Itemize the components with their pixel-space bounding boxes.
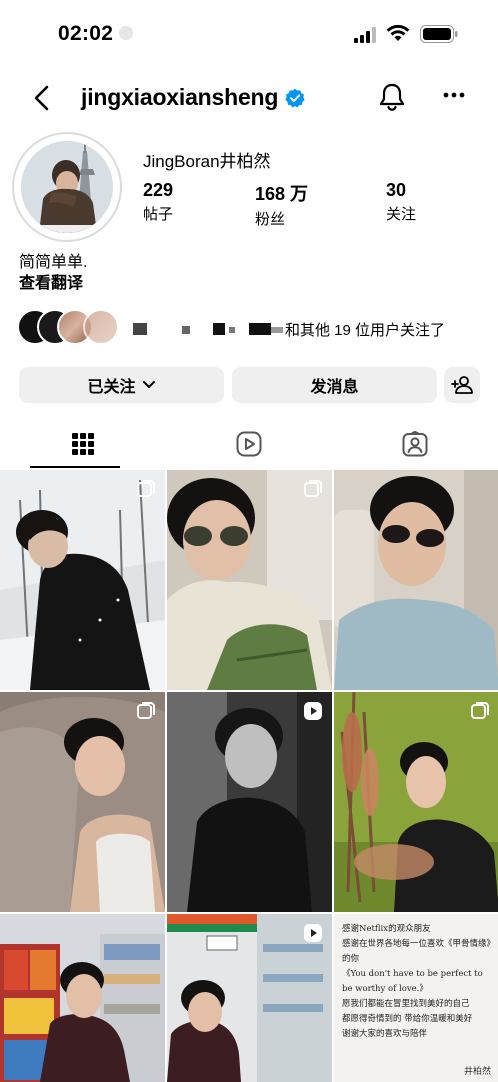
status-bar: 02:02 bbox=[0, 0, 498, 66]
bio-text: 简简单单. bbox=[19, 254, 88, 271]
profile-tabs bbox=[0, 420, 498, 468]
battery-icon bbox=[420, 25, 458, 43]
cellular-signal-icon bbox=[354, 27, 376, 43]
reel-icon bbox=[304, 924, 322, 942]
mutual-follower-avatar bbox=[83, 309, 119, 345]
notification-bell-icon[interactable] bbox=[378, 82, 406, 112]
message-button-label: 发消息 bbox=[310, 379, 359, 396]
see-translation-link[interactable]: 查看翻译 bbox=[19, 273, 87, 294]
handwritten-letter: 感谢Netflix的观众朋友 感谢在世界各地每一位喜欢《甲骨情缘》的你 《You… bbox=[342, 922, 492, 1042]
reel-icon bbox=[304, 702, 322, 720]
followed-by-text: 和其他 19 位用户关注了 bbox=[285, 322, 446, 339]
post-image bbox=[167, 692, 332, 912]
top-navigation: jingxiaoxiansheng bbox=[0, 70, 498, 126]
following-count: 30 bbox=[386, 180, 407, 200]
wifi-icon bbox=[386, 24, 410, 41]
profile-username: jingxiaoxiansheng bbox=[81, 84, 279, 110]
post-image bbox=[0, 470, 165, 690]
post-image bbox=[0, 692, 165, 912]
message-button[interactable]: 发消息 bbox=[232, 367, 437, 403]
post-thumbnail[interactable]: 感谢Netflix的观众朋友 感谢在世界各地每一位喜欢《甲骨情缘》的你 《You… bbox=[334, 914, 498, 1082]
following-button[interactable]: 已关注 bbox=[19, 367, 224, 403]
censored-name bbox=[133, 323, 147, 335]
posts-label: 帖子 bbox=[143, 206, 174, 223]
posts-stat[interactable]: 229 帖子 bbox=[143, 180, 173, 224]
post-thumbnail[interactable] bbox=[0, 692, 165, 912]
grid-icon bbox=[72, 433, 94, 455]
back-arrow-icon[interactable] bbox=[30, 84, 56, 112]
add-person-icon bbox=[451, 376, 473, 394]
post-thumbnail[interactable] bbox=[334, 470, 498, 690]
active-tab-indicator bbox=[30, 466, 120, 468]
tab-posts-grid[interactable] bbox=[0, 420, 166, 468]
post-image bbox=[334, 692, 498, 912]
posts-count: 229 bbox=[143, 180, 174, 200]
post-thumbnail[interactable] bbox=[0, 914, 165, 1082]
following-button-label: 已关注 bbox=[87, 379, 136, 396]
chevron-down-icon bbox=[142, 381, 155, 388]
tagged-icon bbox=[402, 431, 428, 457]
letter-signature: 井柏然 bbox=[463, 1067, 491, 1077]
letter-line: 感谢Netflix的观众朋友 bbox=[342, 924, 431, 934]
letter-line: 愿我们都能在冒里找到美好的自己 bbox=[342, 999, 470, 1009]
post-image bbox=[0, 914, 165, 1082]
more-options-icon[interactable] bbox=[443, 92, 465, 98]
carousel-icon bbox=[137, 480, 155, 497]
profile-full-name: JingBoran井柏然 bbox=[143, 152, 271, 171]
profile-bio: 简简单单. 查看翻译 bbox=[19, 252, 87, 294]
carousel-icon bbox=[137, 702, 155, 719]
censored-name bbox=[249, 323, 271, 335]
letter-line: 感谢在世界各地每一位喜欢《甲骨情缘》的你 bbox=[342, 939, 491, 964]
carousel-icon bbox=[304, 480, 322, 497]
tab-tagged[interactable] bbox=[332, 420, 498, 468]
followers-count: 168 万 bbox=[255, 184, 309, 204]
reels-icon bbox=[236, 431, 262, 457]
post-thumbnail[interactable] bbox=[334, 692, 498, 912]
letter-line: 谢谢大家的喜欢与陪伴 bbox=[342, 1029, 428, 1039]
followers-stat[interactable]: 168 万 粉丝 bbox=[255, 180, 308, 229]
post-thumbnail[interactable] bbox=[167, 914, 332, 1082]
post-thumbnail[interactable] bbox=[0, 470, 165, 690]
verified-badge-icon bbox=[285, 88, 305, 108]
following-stat[interactable]: 30 关注 bbox=[386, 180, 416, 224]
censored-name bbox=[271, 327, 283, 333]
profile-avatar[interactable] bbox=[12, 132, 122, 242]
censored-name bbox=[229, 327, 235, 333]
recording-indicator bbox=[119, 26, 133, 40]
status-time: 02:02 bbox=[58, 22, 114, 45]
followers-label: 粉丝 bbox=[255, 211, 286, 228]
posts-grid: 感谢Netflix的观众朋友 感谢在世界各地每一位喜欢《甲骨情缘》的你 《You… bbox=[0, 470, 498, 1082]
avatar-photo bbox=[21, 141, 113, 233]
letter-line: 都愿得奇情到的 带给你温暖和美好 bbox=[342, 1014, 473, 1024]
add-suggested-user-button[interactable] bbox=[444, 367, 480, 403]
carousel-icon bbox=[471, 702, 489, 719]
post-image bbox=[167, 470, 332, 690]
tab-reels[interactable] bbox=[166, 420, 332, 468]
censored-name bbox=[213, 323, 225, 335]
post-thumbnail[interactable] bbox=[167, 692, 332, 912]
post-thumbnail[interactable] bbox=[167, 470, 332, 690]
post-image bbox=[334, 470, 498, 690]
letter-line: 《You don't have to be perfect to be wort… bbox=[342, 969, 483, 994]
following-label: 关注 bbox=[386, 206, 417, 223]
censored-name bbox=[182, 326, 190, 334]
followed-by-row[interactable]: 和其他 19 位用户关注了 bbox=[17, 309, 487, 345]
